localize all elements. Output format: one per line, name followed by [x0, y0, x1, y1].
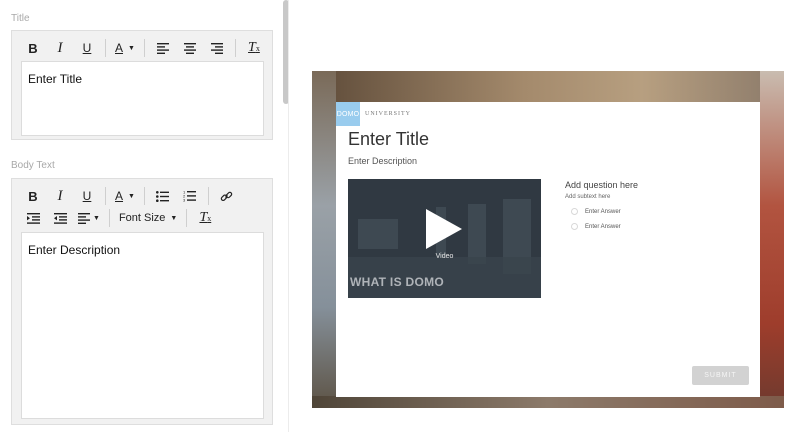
toolbar-separator — [105, 187, 106, 205]
editor-panel: Title B I U A ▼ Tx Enter Title Body Text… — [0, 0, 285, 432]
numbered-list-button[interactable]: 123 — [181, 186, 199, 206]
preview-card: DOMO UNIVERSITY Enter Title Enter Descri… — [336, 102, 760, 397]
question-text: Add question here — [565, 180, 639, 190]
toolbar-separator — [186, 209, 188, 227]
panel-divider — [288, 0, 289, 432]
font-color-label: A — [115, 189, 124, 203]
bulleted-list-icon — [156, 190, 170, 202]
play-icon[interactable] — [426, 209, 462, 249]
toolbar-separator — [105, 39, 106, 57]
answer-label: Enter Answer — [585, 208, 621, 215]
align-left-icon — [156, 42, 169, 54]
radio-button[interactable] — [571, 223, 578, 230]
outdent-button[interactable] — [51, 208, 69, 228]
toolbar-separator — [234, 39, 236, 57]
align-center-icon — [183, 42, 196, 54]
font-color-button[interactable]: A ▼ — [115, 38, 135, 58]
domo-logo: DOMO — [336, 102, 360, 126]
bold-button[interactable]: B — [24, 38, 42, 58]
svg-text:3: 3 — [183, 198, 186, 203]
font-size-dropdown[interactable]: Font Size ▼ — [119, 208, 177, 228]
title-toolbar: B I U A ▼ Tx — [24, 37, 272, 59]
title-field-label: Title — [11, 13, 30, 24]
clear-format-x-icon: x — [207, 213, 212, 223]
align-dropdown-button[interactable]: ▼ — [78, 208, 100, 228]
chevron-down-icon: ▼ — [128, 44, 135, 52]
link-icon — [221, 191, 233, 201]
radio-button[interactable] — [571, 208, 578, 215]
background-photo-left — [312, 71, 336, 408]
italic-button[interactable]: I — [51, 38, 69, 58]
clear-format-label: T — [248, 40, 256, 55]
italic-button[interactable]: I — [51, 186, 69, 206]
toolbar-separator — [207, 187, 209, 205]
numbered-list-icon: 123 — [183, 190, 197, 203]
font-color-label: A — [115, 41, 124, 55]
title-editor: B I U A ▼ Tx Enter Title — [11, 30, 273, 140]
toolbar-separator — [108, 209, 110, 227]
background-photo-bottom — [312, 396, 784, 408]
body-input[interactable]: Enter Description — [21, 232, 264, 419]
body-field-label: Body Text — [11, 160, 55, 171]
background-photo-right — [760, 71, 784, 408]
font-color-button[interactable]: A ▼ — [115, 186, 135, 206]
answer-label: Enter Answer — [585, 223, 621, 230]
indent-icon — [26, 212, 40, 224]
font-size-label: Font Size — [118, 212, 166, 224]
align-right-button[interactable] — [208, 38, 226, 58]
body-toolbar-row-1: B I U A ▼ 123 — [24, 185, 245, 207]
chevron-down-icon: ▼ — [170, 214, 178, 222]
title-input[interactable]: Enter Title — [21, 61, 264, 136]
preview-description: Enter Description — [348, 156, 418, 166]
answer-option[interactable]: Enter Answer — [571, 223, 621, 230]
chevron-down-icon: ▼ — [93, 214, 100, 222]
clear-format-x-icon: x — [255, 43, 260, 53]
body-toolbar-row-2: ▼ Font Size ▼ Tx — [24, 207, 223, 229]
align-center-button[interactable] — [181, 38, 199, 58]
answer-option[interactable]: Enter Answer — [571, 208, 621, 215]
question-subtext: Add subtext here — [565, 194, 611, 200]
submit-button[interactable]: SUBMIT — [692, 366, 749, 385]
underline-button[interactable]: U — [78, 38, 96, 58]
toolbar-separator — [143, 39, 145, 57]
preview-title: Enter Title — [348, 129, 430, 149]
align-right-icon — [210, 42, 223, 54]
background-photo-top — [312, 71, 784, 102]
video-player[interactable]: Video WHAT IS DOMO — [348, 179, 541, 298]
chevron-down-icon: ▼ — [128, 192, 135, 200]
outdent-icon — [53, 212, 67, 224]
clear-format-button[interactable]: Tx — [245, 38, 263, 58]
align-left-button[interactable] — [154, 38, 172, 58]
indent-button[interactable] — [24, 208, 42, 228]
video-label: Video — [435, 253, 454, 260]
body-editor: B I U A ▼ 123 ▼ Font Size ▼ T x Enter De… — [11, 178, 273, 425]
preview-panel: DOMO UNIVERSITY Enter Title Enter Descri… — [312, 71, 784, 408]
clear-format-label: T — [199, 210, 208, 225]
align-dropdown-icon — [78, 212, 90, 224]
video-brand-text: WHAT IS DOMO — [350, 275, 445, 289]
bold-button[interactable]: B — [24, 186, 42, 206]
clear-format-button[interactable]: Tx — [196, 208, 214, 228]
logo-subtitle: UNIVERSITY — [365, 111, 411, 117]
link-button[interactable] — [218, 186, 236, 206]
toolbar-separator — [143, 187, 145, 205]
bulleted-list-button[interactable] — [154, 186, 172, 206]
underline-button[interactable]: U — [78, 186, 96, 206]
